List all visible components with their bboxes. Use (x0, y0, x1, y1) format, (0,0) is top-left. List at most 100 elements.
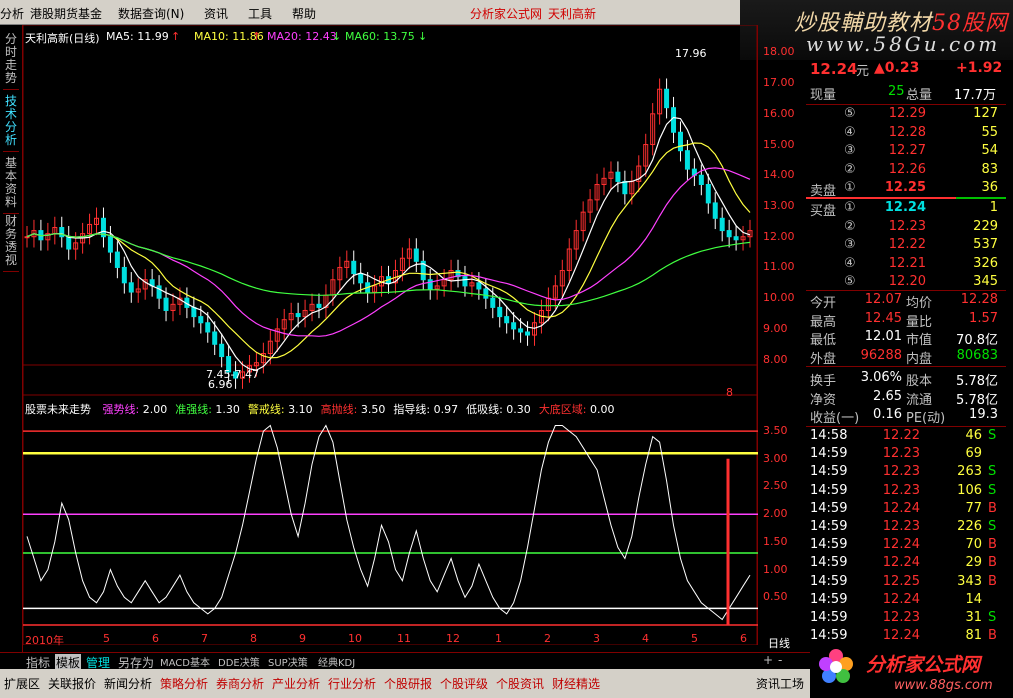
date-tick-label: 8 (250, 632, 257, 645)
date-tick-label: 5 (691, 632, 698, 645)
candle-body (490, 297, 496, 308)
tick-time: 14:59 (810, 610, 848, 625)
sidebar-tab-technical[interactable]: 技术分析 (3, 95, 19, 152)
date-tick-label: 12 (446, 632, 460, 645)
tick-price: 12.23 (882, 464, 920, 480)
indicator-item: 警戒线: 3.10 (247, 403, 313, 416)
function-tab[interactable]: 新闻分析 (104, 675, 152, 692)
quote-row: 卖盘 ① 12.25 36 (806, 180, 1006, 199)
indicator-item: 大底区域: 0.00 (538, 403, 615, 416)
quote-row: 14:59 12.23 31 S (806, 610, 1006, 628)
sidebar-tab-financials[interactable]: 财务透视 (3, 215, 19, 272)
tab-macd[interactable]: MACD基本 (160, 654, 210, 669)
tick-volume: 46 (965, 428, 982, 443)
tick-side: B (988, 573, 997, 589)
chart-canvas[interactable] (22, 24, 759, 646)
bid-price: 12.22 (888, 237, 926, 252)
function-tab[interactable]: 个股资讯 (496, 675, 544, 692)
chart-area[interactable]: 天利高新(日线) MA5: 11.99 ↑ MA10: 11.86 ↑ MA20… (22, 24, 790, 650)
sidebar-tab-fundamentals[interactable]: 基本资料 (3, 157, 19, 214)
menu-item-news[interactable]: 资讯 (204, 5, 228, 22)
menu-item-tools[interactable]: 工具 (248, 5, 272, 22)
quote-row: 14:58 12.22 46 S (806, 428, 1006, 446)
candle-body (163, 297, 169, 311)
ask-volume: 54 (981, 143, 998, 158)
date-tick-label: 9 (299, 632, 306, 645)
date-tick-label: 2 (544, 632, 551, 645)
quote-row: 14:59 12.24 70 B (806, 537, 1006, 555)
tab-dde[interactable]: DDE决策 (218, 654, 260, 669)
stat-label: 今开 (810, 296, 837, 311)
function-tab[interactable]: 个股评级 (440, 675, 488, 692)
tab-kdj[interactable]: 经典KDJ (318, 654, 355, 669)
stat-value: 2.65 (873, 388, 902, 404)
left-sidebar: 分时走势 技术分析 基本资料 财务透视 (0, 25, 23, 653)
menu-item-hk-futures[interactable]: 港股期货基金 (30, 5, 102, 22)
date-tick-label: 11 (397, 632, 411, 645)
quote-row: 外盘 96288 内盘 80683 (806, 348, 1006, 367)
tick-price: 12.24 (882, 500, 920, 516)
candle-body (476, 282, 482, 290)
candle-body (497, 306, 503, 318)
logo-url: www.88gs.com (894, 678, 993, 693)
stat-label: 净资 (810, 392, 837, 408)
tick-price: 12.23 (882, 446, 920, 462)
indicator-title: 股票未来走势 (25, 403, 91, 416)
candle-body (191, 306, 197, 318)
date-tick-label: 7 (201, 632, 208, 645)
menu-item-help[interactable]: 帮助 (292, 5, 316, 22)
zoom-out-button[interactable]: - (778, 653, 782, 667)
tick-side: B (988, 537, 997, 553)
stat-value: 5.78亿 (956, 392, 998, 408)
candle-body (107, 236, 113, 253)
bid-volume: 1 (989, 200, 998, 215)
tick-volume: 263 (957, 464, 982, 480)
tick-time: 14:59 (810, 573, 848, 589)
function-tab[interactable]: 策略分析 (160, 675, 208, 692)
indicator-header: 股票未来走势 强势线: 2.00 准强线: 1.30 警戒线: 3.10 高抛线: 3… (25, 401, 615, 417)
stat-label: PE(动) (906, 411, 946, 426)
quote-row: ② 12.23 229 (806, 219, 1006, 237)
zoom-in-button[interactable]: + (763, 653, 773, 667)
function-tab[interactable]: 关联报价 (48, 675, 96, 692)
tick-side: B (988, 555, 997, 571)
date-tick-label: 4 (642, 632, 649, 645)
indicator-tick-label: 1.00 (763, 562, 788, 576)
ma5-label: MA5: 11.99 (106, 30, 169, 43)
ma20-arrow-icon: ↓ (332, 30, 342, 43)
function-tab[interactable]: 券商分析 (216, 675, 264, 692)
bid-level: ⑤ (844, 274, 856, 289)
stat-label: 内盘 (906, 351, 933, 367)
candle-body (66, 236, 72, 250)
stat-value: 12.28 (960, 292, 998, 307)
tab-news-factory[interactable]: 资讯工场 (756, 675, 804, 692)
function-tab[interactable]: 产业分析 (272, 675, 320, 692)
function-tab[interactable]: 扩展区 (4, 675, 40, 692)
function-tab[interactable]: 财经精选 (552, 675, 600, 692)
bid-label: 买盘 (810, 204, 837, 219)
quote-row: 收益(一) 0.16 PE(动) 19.3 (806, 407, 1006, 426)
indicator-tick-label: 2.50 (763, 479, 788, 493)
quote-row: 14:59 12.25 343 B (806, 574, 1006, 592)
ask-price: 12.29 (888, 106, 926, 121)
price-change: ▲0.23 (874, 60, 920, 76)
bid-level: ① (844, 200, 856, 215)
quote-row: 最低 12.01 市值 70.8亿 (806, 329, 1006, 348)
quote-row: 最高 12.45 量比 1.57 (806, 311, 1006, 330)
quote-row: ④ 12.28 55 (806, 125, 1006, 143)
sidebar-tab-timeshare[interactable]: 分时走势 (3, 33, 19, 90)
function-tab[interactable]: 行业分析 (328, 675, 376, 692)
menu-item-data-query[interactable]: 数据查询(N) (118, 5, 184, 22)
tab-sup[interactable]: SUP决策 (268, 654, 308, 669)
last-price: 12.24 (810, 60, 858, 78)
tick-volume: 69 (965, 446, 982, 462)
menu-item-analysis[interactable]: 分析 (0, 5, 24, 22)
tick-price: 12.24 (882, 537, 920, 553)
quote-row: 14:59 12.23 106 S (806, 483, 1006, 501)
candle-body (462, 276, 468, 287)
indicator-tick-label: 0.50 (763, 590, 788, 604)
candle-body (677, 131, 683, 152)
function-tab[interactable]: 个股研报 (384, 675, 432, 692)
quote-row: ⑤ 12.29 127 (806, 106, 1006, 124)
price-tick-label: 12.00 (763, 229, 795, 243)
